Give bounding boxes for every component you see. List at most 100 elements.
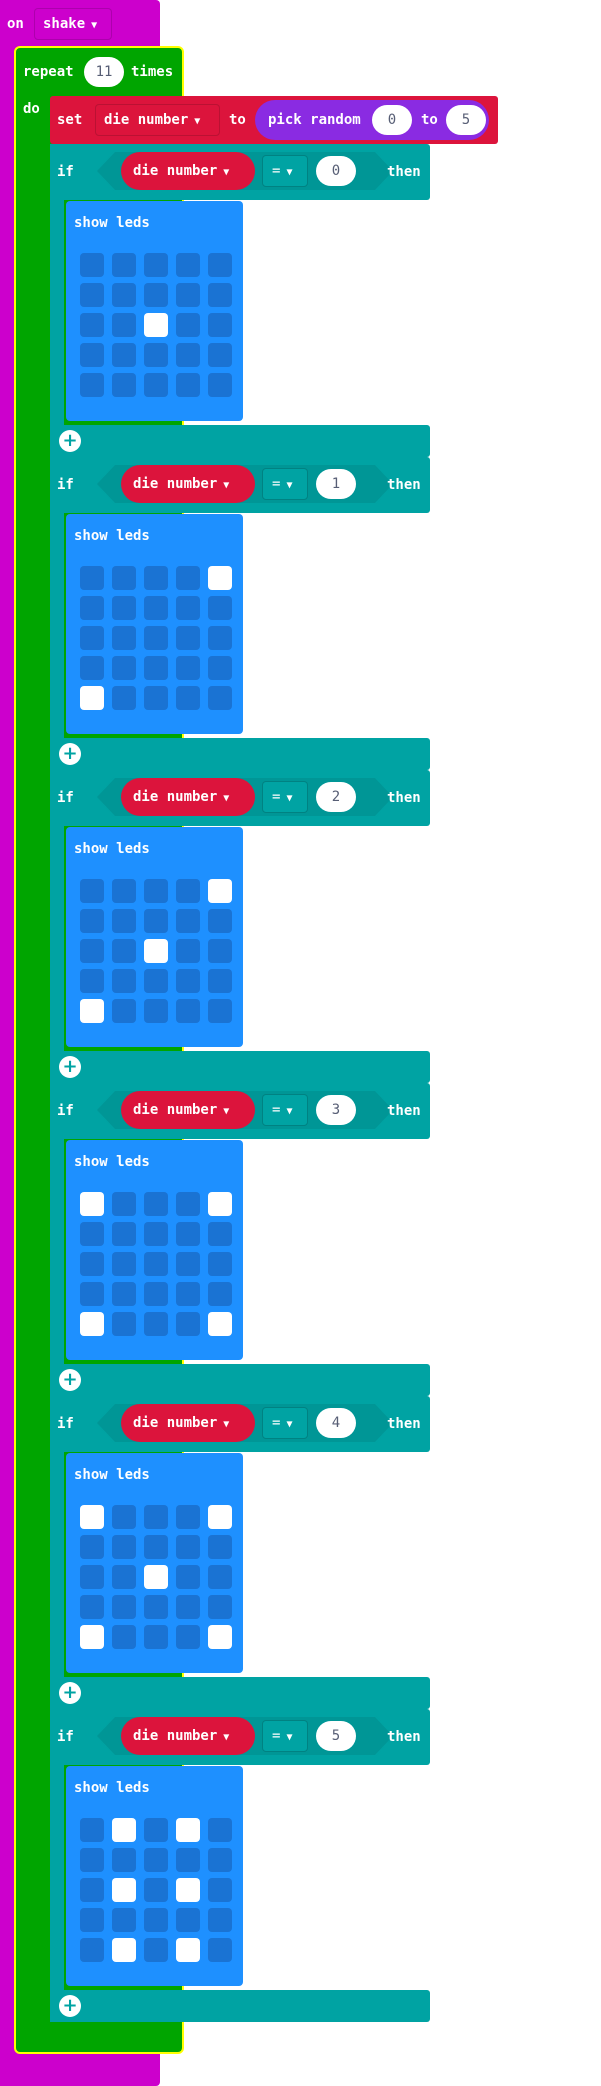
operator-dropdown[interactable]: = ▼: [262, 468, 308, 500]
led-r4-c2[interactable]: [112, 969, 136, 993]
led-r5-c1[interactable]: [80, 1625, 104, 1649]
led-r4-c1[interactable]: [80, 343, 104, 367]
led-r4-c3[interactable]: [144, 1282, 168, 1306]
led-r3-c1[interactable]: [80, 626, 104, 650]
led-r2-c1[interactable]: [80, 596, 104, 620]
led-r1-c4[interactable]: [176, 1505, 200, 1529]
led-r4-c1[interactable]: [80, 1908, 104, 1932]
led-r4-c2[interactable]: [112, 1595, 136, 1619]
led-r2-c2[interactable]: [112, 1848, 136, 1872]
led-r5-c1[interactable]: [80, 686, 104, 710]
led-r1-c1[interactable]: [80, 1192, 104, 1216]
led-r5-c1[interactable]: [80, 1312, 104, 1336]
random-min-input[interactable]: 0: [372, 105, 412, 135]
led-r2-c3[interactable]: [144, 1535, 168, 1559]
led-r2-c4[interactable]: [176, 909, 200, 933]
led-r2-c2[interactable]: [112, 283, 136, 307]
led-r5-c3[interactable]: [144, 999, 168, 1023]
led-r5-c5[interactable]: [208, 1312, 232, 1336]
led-r3-c5[interactable]: [208, 1252, 232, 1276]
led-r2-c2[interactable]: [112, 1535, 136, 1559]
led-r3-c1[interactable]: [80, 1252, 104, 1276]
led-r3-c1[interactable]: [80, 313, 104, 337]
led-r3-c2[interactable]: [112, 939, 136, 963]
led-r3-c2[interactable]: [112, 313, 136, 337]
led-r1-c4[interactable]: [176, 566, 200, 590]
led-r1-c2[interactable]: [112, 1192, 136, 1216]
led-r3-c2[interactable]: [112, 1878, 136, 1902]
led-r5-c4[interactable]: [176, 1312, 200, 1336]
condition-variable[interactable]: die number ▼: [121, 778, 255, 816]
led-r4-c1[interactable]: [80, 656, 104, 680]
led-r1-c2[interactable]: [112, 1818, 136, 1842]
led-r3-c3[interactable]: [144, 1565, 168, 1589]
led-r4-c5[interactable]: [208, 656, 232, 680]
led-r2-c1[interactable]: [80, 909, 104, 933]
add-else-button[interactable]: +: [59, 743, 81, 765]
led-r1-c5[interactable]: [208, 879, 232, 903]
led-r2-c3[interactable]: [144, 283, 168, 307]
led-r2-c1[interactable]: [80, 283, 104, 307]
led-r4-c5[interactable]: [208, 1595, 232, 1619]
led-r3-c2[interactable]: [112, 626, 136, 650]
led-r3-c1[interactable]: [80, 1878, 104, 1902]
set-variable-dropdown[interactable]: die number ▼: [95, 104, 220, 136]
led-r4-c4[interactable]: [176, 1908, 200, 1932]
led-r4-c5[interactable]: [208, 1282, 232, 1306]
random-max-input[interactable]: 5: [446, 105, 486, 135]
add-else-button[interactable]: +: [59, 430, 81, 452]
led-r3-c4[interactable]: [176, 1252, 200, 1276]
led-r1-c2[interactable]: [112, 1505, 136, 1529]
led-r5-c2[interactable]: [112, 1625, 136, 1649]
gesture-dropdown[interactable]: shake ▼: [34, 8, 112, 40]
led-r5-c4[interactable]: [176, 1625, 200, 1649]
led-r1-c5[interactable]: [208, 1818, 232, 1842]
add-else-button[interactable]: +: [59, 1369, 81, 1391]
led-r5-c4[interactable]: [176, 373, 200, 397]
condition-value-input[interactable]: 3: [316, 1095, 356, 1125]
led-r1-c3[interactable]: [144, 253, 168, 277]
condition-value-input[interactable]: 0: [316, 156, 356, 186]
condition-variable[interactable]: die number ▼: [121, 465, 255, 503]
led-r3-c4[interactable]: [176, 1878, 200, 1902]
led-r1-c5[interactable]: [208, 566, 232, 590]
led-r4-c5[interactable]: [208, 1908, 232, 1932]
operator-dropdown[interactable]: = ▼: [262, 155, 308, 187]
led-r3-c5[interactable]: [208, 1565, 232, 1589]
led-r4-c5[interactable]: [208, 969, 232, 993]
led-r1-c5[interactable]: [208, 1192, 232, 1216]
repeat-count-input[interactable]: 11: [84, 57, 124, 87]
condition-value-input[interactable]: 5: [316, 1721, 356, 1751]
led-r4-c3[interactable]: [144, 1595, 168, 1619]
led-r2-c2[interactable]: [112, 596, 136, 620]
condition-value-input[interactable]: 4: [316, 1408, 356, 1438]
led-r2-c1[interactable]: [80, 1535, 104, 1559]
led-r1-c3[interactable]: [144, 1505, 168, 1529]
condition-variable[interactable]: die number ▼: [121, 152, 255, 190]
led-r1-c1[interactable]: [80, 566, 104, 590]
led-r2-c5[interactable]: [208, 909, 232, 933]
led-r5-c4[interactable]: [176, 999, 200, 1023]
condition-value-input[interactable]: 2: [316, 782, 356, 812]
led-r3-c4[interactable]: [176, 939, 200, 963]
led-r1-c1[interactable]: [80, 253, 104, 277]
led-r2-c5[interactable]: [208, 1222, 232, 1246]
led-r1-c1[interactable]: [80, 1818, 104, 1842]
led-r5-c2[interactable]: [112, 1938, 136, 1962]
led-r2-c2[interactable]: [112, 1222, 136, 1246]
led-r2-c5[interactable]: [208, 1535, 232, 1559]
led-r4-c3[interactable]: [144, 656, 168, 680]
led-r3-c2[interactable]: [112, 1252, 136, 1276]
led-r1-c3[interactable]: [144, 1192, 168, 1216]
led-r3-c3[interactable]: [144, 626, 168, 650]
led-r4-c1[interactable]: [80, 1595, 104, 1619]
led-r5-c5[interactable]: [208, 686, 232, 710]
led-r4-c3[interactable]: [144, 1908, 168, 1932]
add-else-button[interactable]: +: [59, 1995, 81, 2017]
led-r5-c5[interactable]: [208, 1625, 232, 1649]
led-r1-c3[interactable]: [144, 879, 168, 903]
led-r3-c4[interactable]: [176, 626, 200, 650]
led-r1-c4[interactable]: [176, 879, 200, 903]
led-r3-c3[interactable]: [144, 1252, 168, 1276]
led-r2-c4[interactable]: [176, 596, 200, 620]
